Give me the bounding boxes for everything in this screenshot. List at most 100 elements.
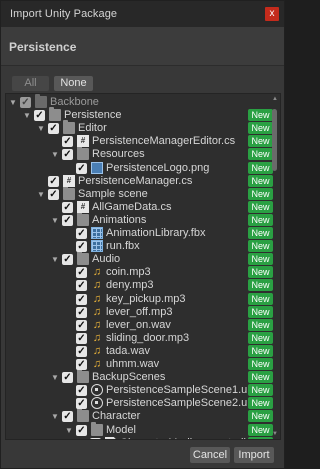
tree-row[interactable]: ▼ ✓ Resources New xyxy=(6,146,280,161)
scroll-up-arrow-icon[interactable]: ▲ xyxy=(271,95,279,103)
cancel-button[interactable]: Cancel xyxy=(190,447,230,463)
new-badge: New xyxy=(248,305,273,318)
new-badge: New xyxy=(248,423,273,436)
tree-row[interactable]: ✓ ♫ key_pickup.mp3 New xyxy=(6,292,280,306)
item-checkbox[interactable]: ✓ xyxy=(76,306,87,318)
folder-icon xyxy=(77,211,89,226)
item-label: AllGameData.cs xyxy=(92,200,172,213)
tree-row[interactable]: ✓ CharacterMedium.controllerNew xyxy=(6,436,280,439)
item-checkbox[interactable]: ✓ xyxy=(48,188,59,200)
scroll-down-arrow-icon[interactable]: ▼ xyxy=(271,430,279,438)
item-label: sliding_door.mp3 xyxy=(106,331,190,344)
tree-row[interactable]: ✓ ♫ sliding_door.mp3 New xyxy=(6,331,280,345)
tree-row[interactable]: ✓ PersistenceSampleScene2.unity New xyxy=(6,397,280,410)
tree-row[interactable]: ▼ ✓ Animations New xyxy=(6,211,280,227)
new-badge: New xyxy=(248,109,273,122)
audio-icon: ♫ xyxy=(92,344,102,357)
item-checkbox[interactable]: ✓ xyxy=(48,123,59,135)
item-checkbox[interactable]: ✓ xyxy=(20,97,31,108)
tree-row[interactable]: ▼ ✓ Model New xyxy=(6,421,280,437)
tree-scrollbar[interactable]: ▲ ▼ xyxy=(271,95,279,438)
item-checkbox[interactable]: ✓ xyxy=(76,280,87,292)
tree-row[interactable]: ✓ run.fbx New xyxy=(6,240,280,253)
item-checkbox[interactable]: ✓ xyxy=(90,437,101,439)
tree-row[interactable]: ✓ ♫ coin.mp3 New xyxy=(6,266,280,279)
item-checkbox[interactable]: ✓ xyxy=(48,175,59,187)
select-none-button[interactable]: None xyxy=(54,76,93,91)
tree-row[interactable]: ▼ ✓ Persistence New xyxy=(6,107,280,122)
expand-arrow-icon[interactable]: ▼ xyxy=(65,424,73,437)
item-checkbox[interactable]: ✓ xyxy=(76,345,87,357)
item-label: AnimationLibrary.fbx xyxy=(106,227,206,239)
unity-scene-icon xyxy=(91,384,103,397)
folder-icon xyxy=(77,408,89,423)
tree-row[interactable]: ✓ ♫ deny.mp3 New xyxy=(6,279,280,292)
tree-row[interactable]: ✓ AnimationLibrary.fbx New xyxy=(6,227,280,240)
item-checkbox[interactable]: ✓ xyxy=(76,359,87,370)
expand-arrow-icon[interactable]: ▼ xyxy=(9,96,17,109)
close-button[interactable]: x xyxy=(265,7,279,21)
tree-row[interactable]: ✓ ♫ tada.wav New xyxy=(6,344,280,358)
expand-arrow-icon[interactable]: ▼ xyxy=(23,109,31,122)
item-label: Resources xyxy=(92,148,145,161)
new-badge: New xyxy=(248,266,273,279)
item-checkbox[interactable]: ✓ xyxy=(62,214,73,226)
tree-row[interactable]: ▼ ✓ Sample scene New xyxy=(6,185,280,201)
tree-row[interactable]: ▼ ✓ Backbone xyxy=(6,94,280,109)
item-checkbox[interactable]: ✓ xyxy=(76,228,87,239)
tree-row[interactable]: ✓ # PersistenceManagerEditor.cs New xyxy=(6,135,280,148)
tree-row[interactable]: ✓ ♫ lever_off.mp3 New xyxy=(6,305,280,319)
item-checkbox[interactable]: ✓ xyxy=(62,201,73,213)
tree-row[interactable]: ✓ PersistenceLogo.png New xyxy=(6,161,280,175)
tree-row[interactable]: ✓ # PersistenceManager.cs New xyxy=(6,174,280,188)
item-checkbox[interactable]: ✓ xyxy=(76,332,87,344)
tree-row[interactable]: ✓ # AllGameData.cs New xyxy=(6,200,280,214)
item-checkbox[interactable]: ✓ xyxy=(76,424,87,436)
item-checkbox[interactable]: ✓ xyxy=(76,241,87,253)
audio-icon: ♫ xyxy=(92,318,102,331)
item-label: PersistenceManagerEditor.cs xyxy=(92,135,236,148)
tree-row[interactable]: ✓ PersistenceSampleScene1.unity New xyxy=(6,384,280,397)
item-checkbox[interactable]: ✓ xyxy=(76,385,87,397)
folder-icon xyxy=(77,146,89,161)
item-checkbox[interactable]: ✓ xyxy=(62,411,73,423)
expand-arrow-icon[interactable]: ▼ xyxy=(37,122,45,135)
folder-icon xyxy=(63,185,75,200)
model-icon xyxy=(91,240,103,253)
item-checkbox[interactable]: ✓ xyxy=(34,110,45,122)
tree-row[interactable]: ▼ ✓ BackupScenes New xyxy=(6,369,280,384)
item-label: lever_on.wav xyxy=(106,318,171,331)
item-checkbox[interactable]: ✓ xyxy=(76,293,87,305)
expand-arrow-icon[interactable]: ▼ xyxy=(51,214,59,227)
tree-row[interactable]: ▼ ✓ Character New xyxy=(6,408,280,423)
expand-arrow-icon[interactable]: ▼ xyxy=(51,148,59,161)
selection-toolbar: All None xyxy=(1,67,284,93)
select-all-button[interactable]: All xyxy=(12,76,49,91)
item-checkbox[interactable]: ✓ xyxy=(76,267,87,279)
title-bar[interactable]: Import Unity Package x xyxy=(1,1,284,27)
tree-row[interactable]: ▼ ✓ Audio New xyxy=(6,251,280,266)
expand-arrow-icon[interactable]: ▼ xyxy=(37,188,45,201)
item-checkbox[interactable]: ✓ xyxy=(62,254,73,266)
tree-row[interactable]: ✓ ♫ lever_on.wav New xyxy=(6,318,280,332)
tree-row[interactable]: ✓ ♫ uhmm.wav New xyxy=(6,358,280,371)
item-checkbox[interactable]: ✓ xyxy=(62,136,73,148)
scroll-thumb[interactable] xyxy=(272,109,277,171)
item-checkbox[interactable]: ✓ xyxy=(76,398,87,410)
import-button[interactable]: Import xyxy=(234,447,274,463)
item-checkbox[interactable]: ✓ xyxy=(76,319,87,331)
csharp-script-icon: # xyxy=(77,135,89,148)
package-tree[interactable]: ✓CharacterMedium.controllerNew▼✓ModelNew… xyxy=(5,93,281,440)
expand-arrow-icon[interactable]: ▼ xyxy=(51,253,59,266)
item-label: Editor xyxy=(78,122,107,135)
expand-arrow-icon[interactable]: ▼ xyxy=(51,410,59,423)
new-badge: New xyxy=(248,358,273,370)
item-checkbox[interactable]: ✓ xyxy=(76,162,87,174)
new-badge: New xyxy=(248,331,273,344)
tree-row[interactable]: ▼ ✓ Editor New xyxy=(6,120,280,135)
item-checkbox[interactable]: ✓ xyxy=(62,372,73,384)
expand-arrow-icon[interactable]: ▼ xyxy=(51,371,59,384)
item-checkbox[interactable]: ✓ xyxy=(62,149,73,161)
item-label: tada.wav xyxy=(106,344,151,357)
item-label: key_pickup.mp3 xyxy=(106,292,186,305)
